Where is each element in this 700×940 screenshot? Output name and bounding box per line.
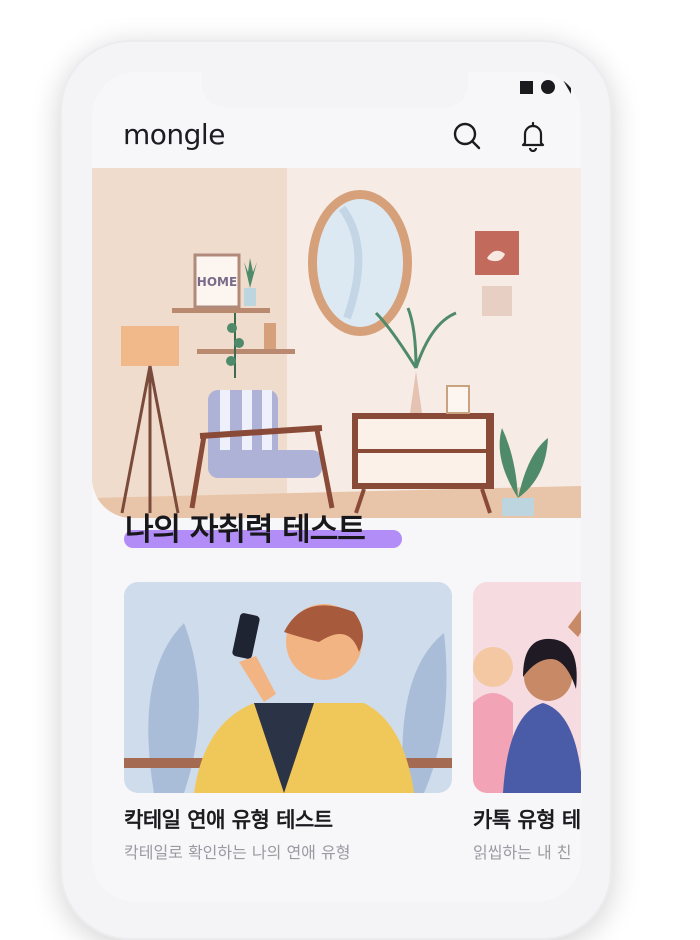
hero-illustration: HOME bbox=[92, 168, 581, 518]
search-icon[interactable] bbox=[451, 120, 483, 152]
signal-icon bbox=[563, 80, 571, 94]
app-header: mongle bbox=[92, 112, 581, 168]
record-icon bbox=[541, 80, 555, 94]
stop-icon bbox=[520, 80, 533, 94]
status-bar bbox=[520, 80, 571, 94]
hero-title[interactable]: 나의 자취력 테스트 bbox=[125, 504, 366, 549]
notch bbox=[202, 72, 468, 108]
test-card[interactable]: 카톡 유형 테 읽씹하는 내 친 bbox=[473, 582, 581, 862]
card-title: 칵테일 연애 유형 테스트 bbox=[124, 808, 333, 832]
app-logo[interactable]: mongle bbox=[123, 118, 225, 151]
app-screen: mongle HOME 나의 자취력 테스트 칵테일 연애 유형 테스트 칵테일… bbox=[92, 72, 581, 902]
hero-banner[interactable]: HOME bbox=[92, 168, 581, 518]
card-illustration bbox=[473, 582, 581, 793]
card-title: 카톡 유형 테 bbox=[473, 808, 581, 832]
card-illustration bbox=[124, 582, 452, 793]
card-thumbnail[interactable] bbox=[473, 582, 581, 793]
test-card[interactable]: 칵테일 연애 유형 테스트 칵테일로 확인하는 나의 연애 유형 bbox=[124, 582, 452, 862]
card-thumbnail[interactable] bbox=[124, 582, 452, 793]
card-subtitle: 읽씹하는 내 친 bbox=[473, 843, 572, 862]
home-frame-text: HOME bbox=[197, 275, 237, 289]
bell-icon[interactable] bbox=[517, 120, 549, 152]
card-subtitle: 칵테일로 확인하는 나의 연애 유형 bbox=[124, 843, 351, 862]
